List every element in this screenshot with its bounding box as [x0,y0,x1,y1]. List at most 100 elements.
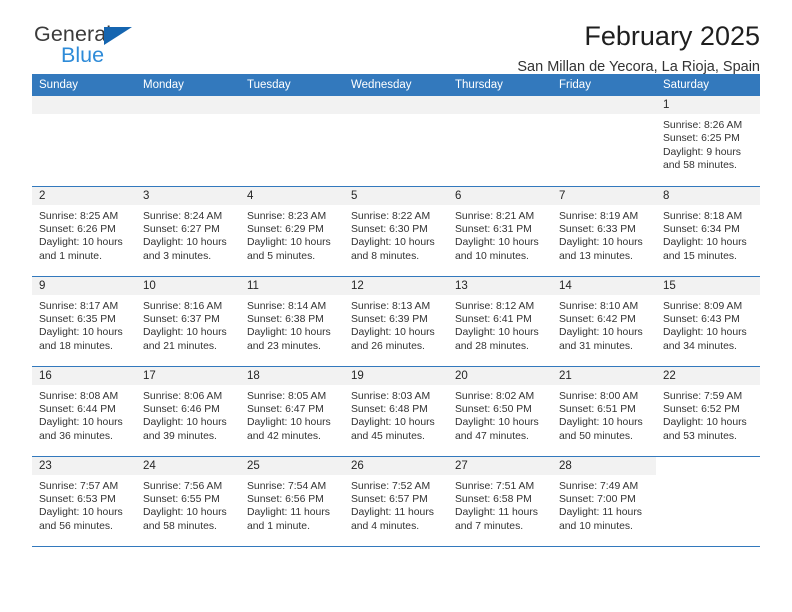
calendar-day-cell[interactable]: 11 Sunrise: 8:14 AM Sunset: 6:38 PM Dayligh… [240,276,344,367]
sunset-text: Sunset: 7:00 PM [559,493,636,505]
day-sun-info: Sunrise: 8:05 AM Sunset: 6:47 PM Daylight:… [240,385,344,444]
sunset-text: Sunset: 6:30 PM [351,223,428,235]
calendar-day-cell[interactable]: 26 Sunrise: 7:52 AM Sunset: 6:57 PM Dayligh… [344,456,448,547]
daylight-text: Daylight: 10 hours and 36 minutes. [39,417,123,442]
day-cell-inner: 9 Sunrise: 8:17 AM Sunset: 6:35 PM Daylight… [32,276,136,366]
daylight-text: Daylight: 10 hours and 21 minutes. [143,327,227,352]
calendar-week-row: 9 Sunrise: 8:17 AM Sunset: 6:35 PM Daylight… [32,276,760,367]
calendar-day-cell[interactable]: 1 Sunrise: 8:26 AM Sunset: 6:25 PM Daylight… [656,96,760,187]
daylight-text: Daylight: 10 hours and 58 minutes. [143,507,227,532]
day-cell-inner: 1 Sunrise: 8:26 AM Sunset: 6:25 PM Daylight… [656,96,760,186]
sunset-text: Sunset: 6:33 PM [559,223,636,235]
calendar-day-cell[interactable]: 25 Sunrise: 7:54 AM Sunset: 6:56 PM Dayligh… [240,456,344,547]
day-cell-inner: 12 Sunrise: 8:13 AM Sunset: 6:39 PM Dayligh… [344,276,448,366]
daylight-text: Daylight: 10 hours and 26 minutes. [351,327,435,352]
sunset-text: Sunset: 6:46 PM [143,403,220,415]
sunrise-text: Sunrise: 8:17 AM [39,300,119,312]
daylight-text: Daylight: 9 hours and 58 minutes. [663,146,741,172]
day-sun-info: Sunrise: 7:57 AM Sunset: 6:53 PM Daylight:… [32,475,136,534]
calendar-day-cell[interactable]: 16 Sunrise: 8:08 AM Sunset: 6:44 PM Dayligh… [32,366,136,457]
day-sun-info: Sunrise: 7:54 AM Sunset: 6:56 PM Daylight:… [240,475,344,534]
calendar-day-cell[interactable]: 21 Sunrise: 8:00 AM Sunset: 6:51 PM Dayligh… [552,366,656,457]
day-number [552,96,656,114]
calendar-day-cell[interactable]: 7 Sunrise: 8:19 AM Sunset: 6:33 PM Daylight… [552,186,656,277]
calendar-day-cell[interactable]: 2 Sunrise: 8:25 AM Sunset: 6:26 PM Daylight… [32,186,136,277]
day-sun-info: Sunrise: 8:12 AM Sunset: 6:41 PM Daylight:… [448,295,552,354]
calendar-day-cell[interactable]: 12 Sunrise: 8:13 AM Sunset: 6:39 PM Dayligh… [344,276,448,367]
sunrise-text: Sunrise: 8:19 AM [559,210,639,222]
sunrise-text: Sunrise: 7:54 AM [247,480,327,492]
calendar-day-cell[interactable]: 24 Sunrise: 7:56 AM Sunset: 6:55 PM Dayligh… [136,456,240,547]
day-number: 3 [136,186,240,205]
day-sun-info: Sunrise: 8:18 AM Sunset: 6:34 PM Daylight:… [656,205,760,264]
sunset-text: Sunset: 6:43 PM [663,313,740,325]
sunset-text: Sunset: 6:31 PM [455,223,532,235]
calendar-day-cell[interactable]: 10 Sunrise: 8:16 AM Sunset: 6:37 PM Dayligh… [136,276,240,367]
day-cell-inner: 7 Sunrise: 8:19 AM Sunset: 6:33 PM Daylight… [552,186,656,276]
day-sun-info: Sunrise: 8:13 AM Sunset: 6:39 PM Daylight:… [344,295,448,354]
day-sun-info: Sunrise: 8:03 AM Sunset: 6:48 PM Daylight:… [344,385,448,444]
page-title: February 2025 [584,21,760,51]
calendar-week-row: 2 Sunrise: 8:25 AM Sunset: 6:26 PM Daylight… [32,186,760,277]
sunrise-text: Sunrise: 8:14 AM [247,300,327,312]
day-number: 22 [656,366,760,385]
weekday-header-monday: Monday [136,74,240,96]
daylight-text: Daylight: 10 hours and 18 minutes. [39,327,123,352]
calendar-day-cell[interactable]: 28 Sunrise: 7:49 AM Sunset: 7:00 PM Dayligh… [552,456,656,547]
calendar-day-cell[interactable]: 6 Sunrise: 8:21 AM Sunset: 6:31 PM Daylight… [448,186,552,277]
calendar-day-cell[interactable]: 13 Sunrise: 8:12 AM Sunset: 6:41 PM Dayligh… [448,276,552,367]
day-number: 25 [240,456,344,475]
calendar-day-cell[interactable]: 22 Sunrise: 7:59 AM Sunset: 6:52 PM Dayligh… [656,366,760,457]
daylight-text: Daylight: 11 hours and 1 minute. [247,507,330,532]
day-number: 2 [32,186,136,205]
calendar-day-cell[interactable]: 18 Sunrise: 8:05 AM Sunset: 6:47 PM Dayligh… [240,366,344,457]
daylight-text: Daylight: 10 hours and 15 minutes. [663,237,747,262]
calendar-day-cell[interactable]: 19 Sunrise: 8:03 AM Sunset: 6:48 PM Dayligh… [344,366,448,457]
daylight-text: Daylight: 11 hours and 7 minutes. [455,507,538,532]
day-cell-inner: 2 Sunrise: 8:25 AM Sunset: 6:26 PM Daylight… [32,186,136,276]
day-cell-inner: 13 Sunrise: 8:12 AM Sunset: 6:41 PM Dayligh… [448,276,552,366]
day-cell-inner: 4 Sunrise: 8:23 AM Sunset: 6:29 PM Daylight… [240,186,344,276]
calendar-day-cell[interactable]: 17 Sunrise: 8:06 AM Sunset: 6:46 PM Dayligh… [136,366,240,457]
calendar-day-cell[interactable]: 14 Sunrise: 8:10 AM Sunset: 6:42 PM Dayligh… [552,276,656,367]
calendar-day-cell[interactable]: 9 Sunrise: 8:17 AM Sunset: 6:35 PM Daylight… [32,276,136,367]
day-sun-info: Sunrise: 8:06 AM Sunset: 6:46 PM Daylight:… [136,385,240,444]
daylight-text: Daylight: 10 hours and 28 minutes. [455,327,539,352]
calendar-day-cell[interactable]: 20 Sunrise: 8:02 AM Sunset: 6:50 PM Dayligh… [448,366,552,457]
day-number: 17 [136,366,240,385]
day-cell-inner: 24 Sunrise: 7:56 AM Sunset: 6:55 PM Dayligh… [136,456,240,546]
calendar-day-cell[interactable]: 3 Sunrise: 8:24 AM Sunset: 6:27 PM Daylight… [136,186,240,277]
calendar-day-cell-empty [240,96,344,187]
calendar-grid: Sunday Monday Tuesday Wednesday Thursday Frid… [32,74,760,547]
weekday-header: Sunday Monday Tuesday Wednesday Thursday Frid… [32,74,760,96]
calendar-day-cell[interactable]: 5 Sunrise: 8:22 AM Sunset: 6:30 PM Daylight… [344,186,448,277]
day-number [32,96,136,114]
day-number: 6 [448,186,552,205]
day-number: 14 [552,276,656,295]
calendar-day-cell[interactable]: 15 Sunrise: 8:09 AM Sunset: 6:43 PM Dayligh… [656,276,760,367]
calendar-day-cell[interactable]: 27 Sunrise: 7:51 AM Sunset: 6:58 PM Dayligh… [448,456,552,547]
day-cell-inner: 26 Sunrise: 7:52 AM Sunset: 6:57 PM Dayligh… [344,456,448,546]
calendar-day-cell[interactable]: 23 Sunrise: 7:57 AM Sunset: 6:53 PM Dayligh… [32,456,136,547]
day-cell-inner [656,456,760,546]
calendar-day-cell[interactable]: 4 Sunrise: 8:23 AM Sunset: 6:29 PM Daylight… [240,186,344,277]
weekday-header-friday: Friday [552,74,656,96]
general-blue-logo[interactable]: General Blue [32,22,212,74]
day-number: 12 [344,276,448,295]
sunset-text: Sunset: 6:53 PM [39,493,116,505]
sunrise-text: Sunrise: 7:52 AM [351,480,431,492]
calendar-week-row: 23 Sunrise: 7:57 AM Sunset: 6:53 PM Dayligh… [32,456,760,547]
sunrise-text: Sunrise: 8:24 AM [143,210,223,222]
calendar-body: 1 Sunrise: 8:26 AM Sunset: 6:25 PM Daylight… [32,96,760,547]
day-number: 11 [240,276,344,295]
daylight-text: Daylight: 10 hours and 53 minutes. [663,417,747,442]
calendar-day-cell[interactable]: 8 Sunrise: 8:18 AM Sunset: 6:34 PM Daylight… [656,186,760,277]
daylight-text: Daylight: 10 hours and 3 minutes. [143,237,227,262]
day-cell-inner: 11 Sunrise: 8:14 AM Sunset: 6:38 PM Dayligh… [240,276,344,366]
day-number: 18 [240,366,344,385]
day-cell-inner: 18 Sunrise: 8:05 AM Sunset: 6:47 PM Dayligh… [240,366,344,456]
day-number [240,96,344,114]
sunrise-text: Sunrise: 7:57 AM [39,480,119,492]
sunrise-text: Sunrise: 8:06 AM [143,390,223,402]
calendar-day-cell-empty [344,96,448,187]
